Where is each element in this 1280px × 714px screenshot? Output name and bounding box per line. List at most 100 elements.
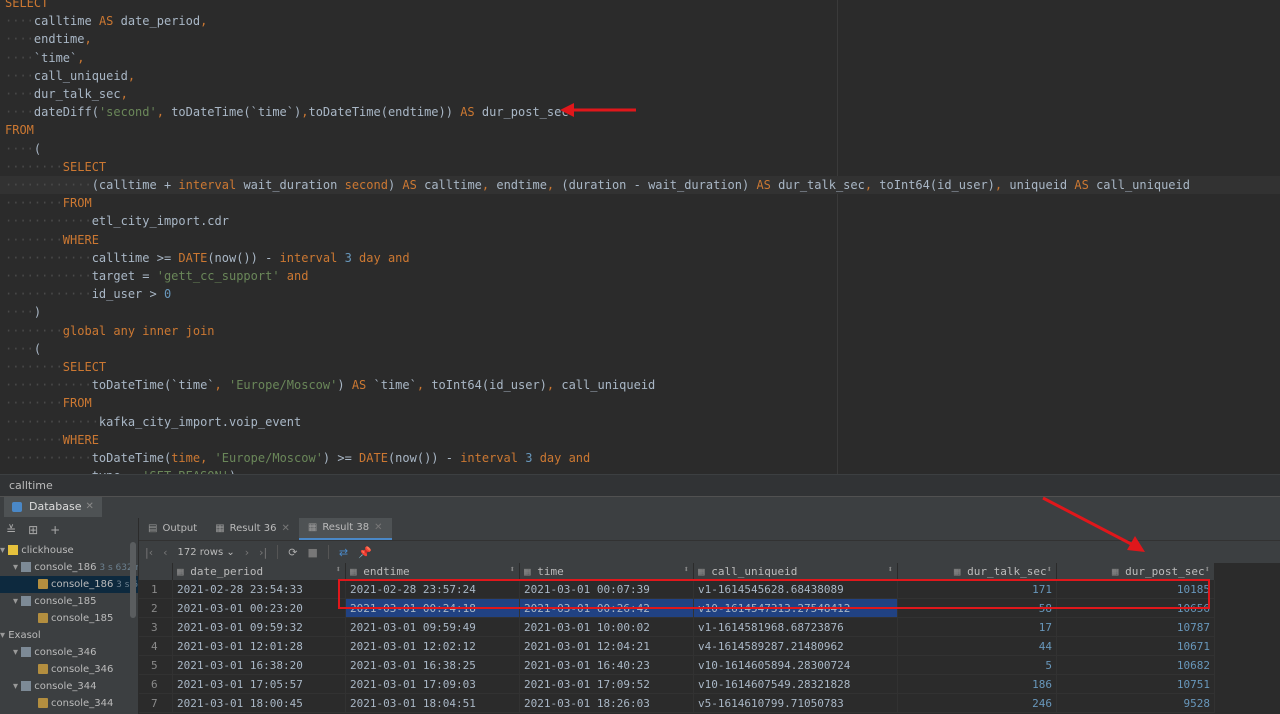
table-cell[interactable]: 9528 [1056, 693, 1215, 713]
tree-item[interactable]: console_344 [0, 695, 138, 712]
tab-database[interactable]: Database ✕ [4, 497, 102, 517]
close-icon[interactable]: ✕ [281, 518, 289, 540]
sort-icon[interactable]: ⬍ [1205, 565, 1210, 575]
table-cell[interactable]: 2021-03-01 18:00:45 [172, 693, 346, 713]
sort-icon[interactable]: ⬍ [1047, 565, 1052, 575]
code-line[interactable]: ········FROM [5, 194, 92, 212]
tree-item[interactable]: ▾ Exasol [0, 627, 138, 644]
sort-icon[interactable]: ⬍ [888, 565, 893, 575]
table-cell[interactable]: 2021-03-01 09:59:49 [345, 617, 520, 637]
code-line[interactable]: ·············kafka_city_import.voip_even… [5, 413, 301, 431]
code-line[interactable]: ············(calltime + interval wait_du… [0, 176, 1280, 194]
table-cell[interactable]: 5 [897, 655, 1057, 675]
table-cell[interactable]: 246 [897, 693, 1057, 713]
table-cell[interactable]: 2021-03-01 00:07:39 [519, 580, 694, 599]
code-line[interactable]: ····`time`, [5, 49, 85, 67]
table-cell[interactable]: 2021-03-01 17:09:03 [345, 674, 520, 694]
table-cell[interactable]: v1-1614581968.68723876 [693, 617, 898, 637]
table-cell[interactable]: 44 [897, 636, 1057, 656]
close-icon[interactable]: ✕ [86, 497, 94, 517]
chevron-down-icon[interactable]: ▾ [13, 596, 21, 607]
table-row[interactable]: 6 2021-03-01 17:05:57 2021-03-01 17:09:03 2… [139, 674, 1215, 694]
sidebar-scrollbar[interactable] [130, 542, 136, 618]
table-cell[interactable]: v1-1614545628.68438089 [693, 580, 898, 599]
table-cell[interactable]: v10-1614547313.27548412 [693, 598, 898, 618]
tree-item[interactable]: console_185 [0, 610, 138, 627]
table-cell[interactable]: 2021-02-28 23:57:24 [345, 580, 520, 599]
table-cell[interactable]: 2021-03-01 17:05:57 [172, 674, 346, 694]
tree-item[interactable]: ▾ console_185 [0, 593, 138, 610]
code-line[interactable]: ········WHERE [5, 431, 99, 449]
table-cell[interactable]: 2021-02-28 23:54:33 [172, 580, 346, 599]
tree-item[interactable]: console_346 [0, 661, 138, 678]
last-page-icon[interactable]: ›| [259, 546, 267, 559]
refresh-icon[interactable]: ⟳ [288, 546, 297, 559]
table-cell[interactable]: v5-1614610799.71050783 [693, 693, 898, 713]
code-line[interactable]: SELECT [5, 0, 48, 12]
table-cell[interactable]: 2021-03-01 16:38:20 [172, 655, 346, 675]
column-header-date-period[interactable]: ▦ date_period ⬍ [172, 563, 346, 580]
layout-icon[interactable]: ⇄ [339, 546, 348, 559]
column-header-endtime[interactable]: ▦ endtime ⬍ [345, 563, 520, 580]
chevron-down-icon[interactable]: ▾ [0, 545, 8, 556]
table-cell[interactable]: 2021-03-01 17:09:52 [519, 674, 694, 694]
sort-icon[interactable]: ⬍ [336, 565, 341, 575]
code-line[interactable]: ····endtime, [5, 30, 92, 48]
prev-page-icon[interactable]: ‹ [163, 546, 167, 559]
code-line[interactable]: ············toDateTime(time, 'Europe/Mos… [5, 449, 590, 467]
sql-editor[interactable]: SELECT ····calltime AS date_period, ····en… [0, 0, 1280, 474]
chevron-down-icon[interactable]: ▾ [13, 562, 21, 573]
column-header-dur-talk-sec[interactable]: ▦ dur_talk_sec ⬍ [897, 563, 1057, 580]
table-cell[interactable]: 10656 [1056, 598, 1215, 618]
code-line[interactable]: ········SELECT [5, 158, 106, 176]
table-cell[interactable]: 2021-03-01 00:23:20 [172, 598, 346, 618]
table-cell[interactable]: 58 [897, 598, 1057, 618]
first-page-icon[interactable]: |‹ [145, 546, 153, 559]
table-cell[interactable]: 2021-03-01 18:04:51 [345, 693, 520, 713]
table-cell[interactable]: v4-1614589287.21480962 [693, 636, 898, 656]
table-cell[interactable]: 2021-03-01 12:01:28 [172, 636, 346, 656]
table-cell[interactable]: 10671 [1056, 636, 1215, 656]
column-header-call-uniqueid[interactable]: ▦ call_uniqueid ⬍ [693, 563, 898, 580]
table-cell[interactable]: 2021-03-01 16:38:25 [345, 655, 520, 675]
table-cell[interactable]: 17 [897, 617, 1057, 637]
chevron-down-icon[interactable]: ▾ [0, 630, 8, 641]
code-line[interactable]: ········global any inner join [5, 322, 215, 340]
code-line[interactable]: ············toDateTime(`time`, 'Europe/M… [5, 376, 655, 394]
tree-item[interactable]: ▾ clickhouse [0, 542, 138, 559]
table-cell[interactable]: 2021-03-01 10:00:02 [519, 617, 694, 637]
sort-icon[interactable]: ⬍ [510, 565, 515, 575]
stop-icon[interactable]: ■ [307, 546, 317, 559]
tree-item[interactable]: console_186 3 s 632 ms [0, 576, 138, 593]
chevron-down-icon[interactable]: ▾ [13, 647, 21, 658]
table-row[interactable]: 1 2021-02-28 23:54:33 2021-02-28 23:57:24 2… [139, 580, 1215, 599]
collapse-icon[interactable]: ≚ [6, 523, 16, 537]
table-cell[interactable]: v10-1614607549.28321828 [693, 674, 898, 694]
code-line[interactable]: ············etl_city_import.cdr [5, 212, 229, 230]
code-line[interactable]: ····call_uniqueid, [5, 67, 135, 85]
code-line[interactable]: ············id_user > 0 [5, 285, 171, 303]
rows-count[interactable]: 172 rows ⌄ [178, 547, 235, 558]
code-line[interactable]: FROM [5, 121, 34, 139]
tree-item[interactable]: ▾ console_344 [0, 678, 138, 695]
column-header-dur-post-sec[interactable]: ▦ dur_post_sec ⬍ [1056, 563, 1215, 580]
next-page-icon[interactable]: › [245, 546, 249, 559]
code-line[interactable]: ············target = 'gett_cc_support' a… [5, 267, 308, 285]
code-line[interactable]: ····( [5, 340, 41, 358]
code-line[interactable]: ····) [5, 303, 41, 321]
table-cell[interactable]: 10185 [1056, 580, 1215, 599]
code-line[interactable]: ············calltime >= DATE(now()) - in… [5, 249, 410, 267]
code-line[interactable]: ····dateDiff('second', toDateTime(`time`… [5, 103, 569, 121]
table-row[interactable]: 7 2021-03-01 18:00:45 2021-03-01 18:04:51 2… [139, 693, 1215, 713]
column-header-time[interactable]: ▦ time ⬍ [519, 563, 694, 580]
code-line[interactable]: ····( [5, 140, 41, 158]
table-cell[interactable]: 2021-03-01 00:24:18 [345, 598, 520, 618]
chevron-down-icon[interactable]: ▾ [13, 681, 21, 692]
table-row[interactable]: 2 2021-03-01 00:23:20 2021-03-01 00:24:18 2… [139, 598, 1215, 618]
table-row[interactable]: 4 2021-03-01 12:01:28 2021-03-01 12:02:12 2… [139, 636, 1215, 656]
table-row[interactable]: 3 2021-03-01 09:59:32 2021-03-01 09:59:49 2… [139, 617, 1215, 637]
table-cell[interactable]: 2021-03-01 00:26:42 [519, 598, 694, 618]
result-grid[interactable]: ▦ date_period ⬍ ▦ endtime ⬍ ▦ time ⬍ ▦ call_un… [139, 563, 1215, 713]
tab-result-36[interactable]: ▦ Result 36 ✕ [206, 518, 299, 540]
table-cell[interactable]: 2021-03-01 12:02:12 [345, 636, 520, 656]
